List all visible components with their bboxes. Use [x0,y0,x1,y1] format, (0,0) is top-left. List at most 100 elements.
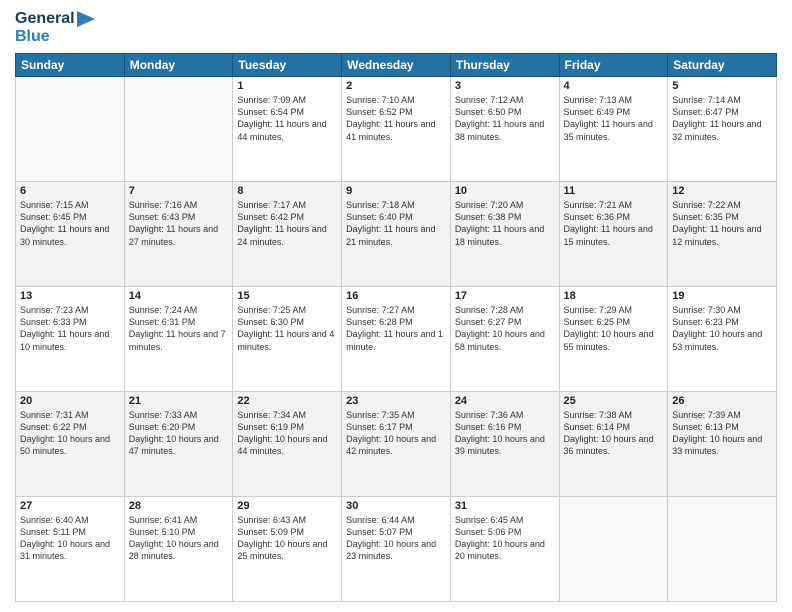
logo: GeneralBlue [15,10,95,45]
calendar-week-row: 20 Sunrise: 7:31 AM Sunset: 6:22 PM Dayli… [16,392,777,497]
day-info: Sunrise: 7:33 AM Sunset: 6:20 PM Dayligh… [129,409,229,458]
day-info: Sunrise: 7:30 AM Sunset: 6:23 PM Dayligh… [672,304,772,353]
calendar-cell [16,77,125,182]
calendar-cell: 25Sunrise: 7:38 AM Sunset: 6:14 PM Dayli… [559,392,668,497]
calendar-cell: 27Sunrise: 6:40 AM Sunset: 5:11 PM Dayli… [16,497,125,602]
calendar-week-row: 13 Sunrise: 7:23 AM Sunset: 6:33 PM Dayli… [16,287,777,392]
col-header-monday: Monday [124,54,233,77]
day-info: Sunrise: 7:10 AM Sunset: 6:52 PM Dayligh… [346,94,446,143]
day-number: 15 [237,290,337,302]
calendar-cell: 21 Sunrise: 7:33 AM Sunset: 6:20 PM Dayli… [124,392,233,497]
day-info: Sunrise: 7:23 AM Sunset: 6:33 PM Dayligh… [20,304,120,353]
day-number: 17 [455,290,555,302]
day-number: 3 [455,80,555,92]
calendar-cell: 16 Sunrise: 7:27 AM Sunset: 6:28 PM Dayli… [342,287,451,392]
calendar-cell: 31 Sunrise: 6:45 AM Sunset: 5:06 PM Dayli… [450,497,559,602]
day-number: 21 [129,395,229,407]
calendar-cell: 11 Sunrise: 7:21 AM Sunset: 6:36 PM Dayli… [559,182,668,287]
day-info: Sunrise: 7:13 AM Sunset: 6:49 PM Dayligh… [564,94,664,143]
day-info: Sunrise: 7:34 AM Sunset: 6:19 PM Dayligh… [237,409,337,458]
calendar-cell [668,497,777,602]
day-number: 29 [237,500,337,512]
day-info: Sunrise: 7:17 AM Sunset: 6:42 PM Dayligh… [237,199,337,248]
logo-general-text: General [15,10,75,28]
calendar-cell: 8 Sunrise: 7:17 AM Sunset: 6:42 PM Daylig… [233,182,342,287]
day-number: 18 [564,290,664,302]
calendar-header-row: SundayMondayTuesdayWednesdayThursdayFrid… [16,54,777,77]
calendar-cell: 15 Sunrise: 7:25 AM Sunset: 6:30 PM Dayli… [233,287,342,392]
day-info: Sunrise: 7:29 AM Sunset: 6:25 PM Dayligh… [564,304,664,353]
day-number: 9 [346,185,446,197]
calendar-cell: 2 Sunrise: 7:10 AM Sunset: 6:52 PM Daylig… [342,77,451,182]
day-info: Sunrise: 7:20 AM Sunset: 6:38 PM Dayligh… [455,199,555,248]
day-info: Sunrise: 7:12 AM Sunset: 6:50 PM Dayligh… [455,94,555,143]
day-info: Sunrise: 7:21 AM Sunset: 6:36 PM Dayligh… [564,199,664,248]
day-info: Sunrise: 6:44 AM Sunset: 5:07 PM Dayligh… [346,514,446,563]
logo-blue-text: Blue [15,28,50,45]
day-info: Sunrise: 6:43 AM Sunset: 5:09 PM Dayligh… [237,514,337,563]
col-header-saturday: Saturday [668,54,777,77]
calendar-cell: 10 Sunrise: 7:20 AM Sunset: 6:38 PM Dayli… [450,182,559,287]
day-info: Sunrise: 7:28 AM Sunset: 6:27 PM Dayligh… [455,304,555,353]
col-header-friday: Friday [559,54,668,77]
calendar-cell: 22 Sunrise: 7:34 AM Sunset: 6:19 PM Dayli… [233,392,342,497]
calendar-cell: 14Sunrise: 7:24 AM Sunset: 6:31 PM Dayli… [124,287,233,392]
calendar-cell: 17 Sunrise: 7:28 AM Sunset: 6:27 PM Dayli… [450,287,559,392]
calendar-cell: 24Sunrise: 7:36 AM Sunset: 6:16 PM Dayli… [450,392,559,497]
day-info: Sunrise: 6:41 AM Sunset: 5:10 PM Dayligh… [129,514,229,563]
calendar-cell: 1 Sunrise: 7:09 AM Sunset: 6:54 PM Daylig… [233,77,342,182]
calendar-cell: 23Sunrise: 7:35 AM Sunset: 6:17 PM Dayli… [342,392,451,497]
day-info: Sunrise: 7:16 AM Sunset: 6:43 PM Dayligh… [129,199,229,248]
day-number: 8 [237,185,337,197]
calendar-cell: 28 Sunrise: 6:41 AM Sunset: 5:10 PM Dayli… [124,497,233,602]
day-number: 1 [237,80,337,92]
calendar-cell: 19Sunrise: 7:30 AM Sunset: 6:23 PM Dayli… [668,287,777,392]
calendar-week-row: 6 Sunrise: 7:15 AM Sunset: 6:45 PM Daylig… [16,182,777,287]
calendar-cell: 4 Sunrise: 7:13 AM Sunset: 6:49 PM Daylig… [559,77,668,182]
day-info: Sunrise: 7:36 AM Sunset: 6:16 PM Dayligh… [455,409,555,458]
day-number: 14 [129,290,229,302]
calendar-week-row: 1 Sunrise: 7:09 AM Sunset: 6:54 PM Daylig… [16,77,777,182]
day-info: Sunrise: 7:18 AM Sunset: 6:40 PM Dayligh… [346,199,446,248]
day-number: 11 [564,185,664,197]
day-info: Sunrise: 7:15 AM Sunset: 6:45 PM Dayligh… [20,199,120,248]
day-number: 13 [20,290,120,302]
calendar-cell [124,77,233,182]
day-number: 23 [346,395,446,407]
calendar-cell: 29 Sunrise: 6:43 AM Sunset: 5:09 PM Dayli… [233,497,342,602]
day-info: Sunrise: 7:39 AM Sunset: 6:13 PM Dayligh… [672,409,772,458]
day-number: 4 [564,80,664,92]
col-header-sunday: Sunday [16,54,125,77]
calendar-cell: 18 Sunrise: 7:29 AM Sunset: 6:25 PM Dayli… [559,287,668,392]
day-info: Sunrise: 7:25 AM Sunset: 6:30 PM Dayligh… [237,304,337,353]
day-number: 26 [672,395,772,407]
day-number: 12 [672,185,772,197]
calendar-cell: 6 Sunrise: 7:15 AM Sunset: 6:45 PM Daylig… [16,182,125,287]
day-number: 5 [672,80,772,92]
day-info: Sunrise: 7:27 AM Sunset: 6:28 PM Dayligh… [346,304,446,353]
day-info: Sunrise: 6:40 AM Sunset: 5:11 PM Dayligh… [20,514,120,563]
logo-arrow-icon [77,11,95,27]
col-header-thursday: Thursday [450,54,559,77]
day-number: 22 [237,395,337,407]
day-info: Sunrise: 7:22 AM Sunset: 6:35 PM Dayligh… [672,199,772,248]
day-number: 10 [455,185,555,197]
day-number: 31 [455,500,555,512]
day-number: 16 [346,290,446,302]
calendar-cell: 9 Sunrise: 7:18 AM Sunset: 6:40 PM Daylig… [342,182,451,287]
page: GeneralBlue SundayMondayTuesdayWednesday… [0,0,792,612]
day-number: 28 [129,500,229,512]
day-info: Sunrise: 7:38 AM Sunset: 6:14 PM Dayligh… [564,409,664,458]
calendar-cell: 30 Sunrise: 6:44 AM Sunset: 5:07 PM Dayli… [342,497,451,602]
header: GeneralBlue [15,10,777,45]
day-number: 30 [346,500,446,512]
calendar-cell: 7Sunrise: 7:16 AM Sunset: 6:43 PM Daylig… [124,182,233,287]
calendar-table: SundayMondayTuesdayWednesdayThursdayFrid… [15,53,777,602]
day-number: 20 [20,395,120,407]
day-number: 6 [20,185,120,197]
day-info: Sunrise: 7:31 AM Sunset: 6:22 PM Dayligh… [20,409,120,458]
day-info: Sunrise: 6:45 AM Sunset: 5:06 PM Dayligh… [455,514,555,563]
day-number: 2 [346,80,446,92]
day-info: Sunrise: 7:09 AM Sunset: 6:54 PM Dayligh… [237,94,337,143]
calendar-cell [559,497,668,602]
